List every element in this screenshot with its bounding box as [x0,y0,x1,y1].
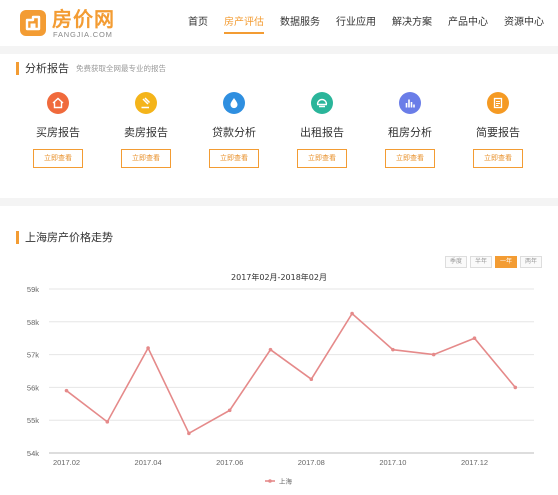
data-point [472,336,477,341]
x-tick-label: 2017.12 [461,458,488,467]
data-point [105,420,110,424]
data-point [513,385,518,390]
data-point [309,377,314,382]
data-point [431,352,436,357]
x-tick-label: 2017.02 [53,458,80,467]
price-trend-chart: 54k 55k 56k 57k 58k 59k 2017.02 2017.04 2017.06 2… [27,285,534,486]
y-tick-label: 54k [27,449,39,458]
x-tick-label: 2017.04 [135,458,162,467]
y-tick-label: 55k [27,416,39,425]
y-tick-label: 56k [27,383,39,392]
data-point [227,408,232,413]
data-point [146,346,150,350]
data-point [187,431,191,436]
data-point [64,388,69,393]
legend-marker [268,479,272,483]
data-point [350,311,354,316]
y-tick-label: 59k [27,285,39,294]
x-tick-label: 2017.06 [216,458,243,467]
y-tick-label: 57k [27,351,39,360]
series-line [66,312,516,435]
y-tick-label: 58k [27,318,39,327]
x-tick-label: 2017.10 [379,458,406,467]
x-tick-label: 2017.08 [298,458,325,467]
data-point [391,347,395,352]
data-point [268,347,273,352]
legend-label: 上海 [279,477,293,486]
